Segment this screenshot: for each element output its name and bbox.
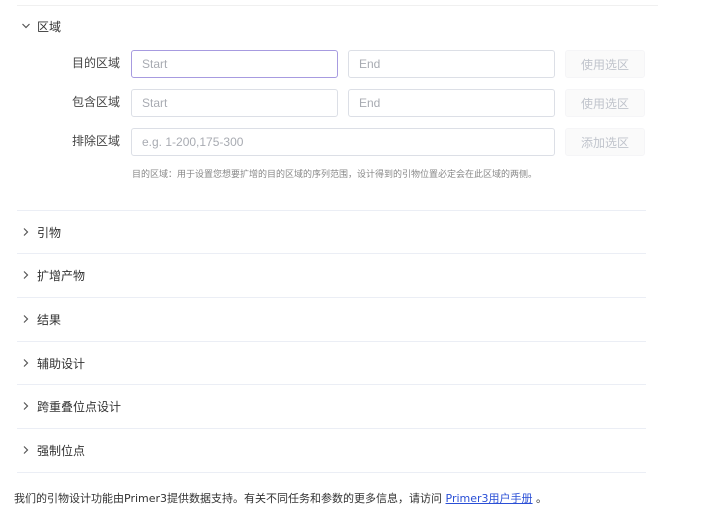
primer-design-panel: 区域 目的区域 使用选区 包含区域 使用选区 排除区域 添加选区 目的区域：用于… (0, 0, 720, 519)
section-divider (17, 341, 646, 342)
section-divider (17, 428, 646, 429)
chevron-down-icon (20, 21, 31, 32)
footer-note: 我们的引物设计功能由Primer3提供数据支持。有关不同任务和参数的更多信息，请… (14, 490, 547, 506)
exclude-region-label: 排除区域 (71, 134, 120, 148)
chevron-right-icon (20, 270, 31, 281)
section-header-primers[interactable]: 引物 (20, 222, 61, 242)
chevron-right-icon (20, 445, 31, 456)
section-title: 区域 (37, 19, 62, 34)
section-divider (17, 297, 646, 298)
section-divider (17, 472, 646, 473)
top-divider (17, 5, 658, 6)
chevron-right-icon (20, 401, 31, 412)
target-region-label: 目的区域 (71, 56, 120, 70)
exclude-region-input[interactable] (131, 128, 555, 156)
section-title: 结果 (37, 312, 62, 327)
section-title: 辅助设计 (37, 356, 86, 371)
section-header-forced[interactable]: 强制位点 (20, 440, 85, 460)
section-title: 跨重叠位点设计 (37, 399, 122, 414)
section-divider (17, 210, 646, 211)
include-start-input[interactable] (131, 89, 338, 117)
chevron-right-icon (20, 314, 31, 325)
section-divider (17, 253, 646, 254)
chevron-right-icon (20, 227, 31, 238)
use-selection-button[interactable]: 使用选区 (565, 89, 645, 117)
section-header-amplicon[interactable]: 扩增产物 (20, 265, 85, 285)
target-end-input[interactable] (348, 50, 555, 78)
section-title: 强制位点 (37, 443, 86, 458)
section-header-assist[interactable]: 辅助设计 (20, 353, 85, 373)
target-start-input[interactable] (131, 50, 338, 78)
footer-text-end: 。 (532, 492, 548, 505)
include-region-label: 包含区域 (71, 95, 120, 109)
use-selection-button[interactable]: 使用选区 (565, 50, 645, 78)
include-end-input[interactable] (348, 89, 555, 117)
section-header-results[interactable]: 结果 (20, 309, 61, 329)
section-header-overlap[interactable]: 跨重叠位点设计 (20, 396, 121, 416)
chevron-right-icon (20, 358, 31, 369)
footer-text: 我们的引物设计功能由Primer3提供数据支持。有关不同任务和参数的更多信息，请… (14, 492, 446, 505)
region-hint-text: 目的区域：用于设置您想要扩增的目的区域的序列范围，设计得到的引物位置必定会在此区… (132, 170, 538, 180)
section-divider (17, 384, 646, 385)
section-header-region[interactable]: 区域 (20, 16, 61, 36)
primer3-manual-link[interactable]: Primer3用户手册 (446, 492, 533, 505)
section-title: 扩增产物 (37, 268, 86, 283)
section-title: 引物 (37, 225, 62, 240)
add-selection-button[interactable]: 添加选区 (565, 128, 645, 156)
